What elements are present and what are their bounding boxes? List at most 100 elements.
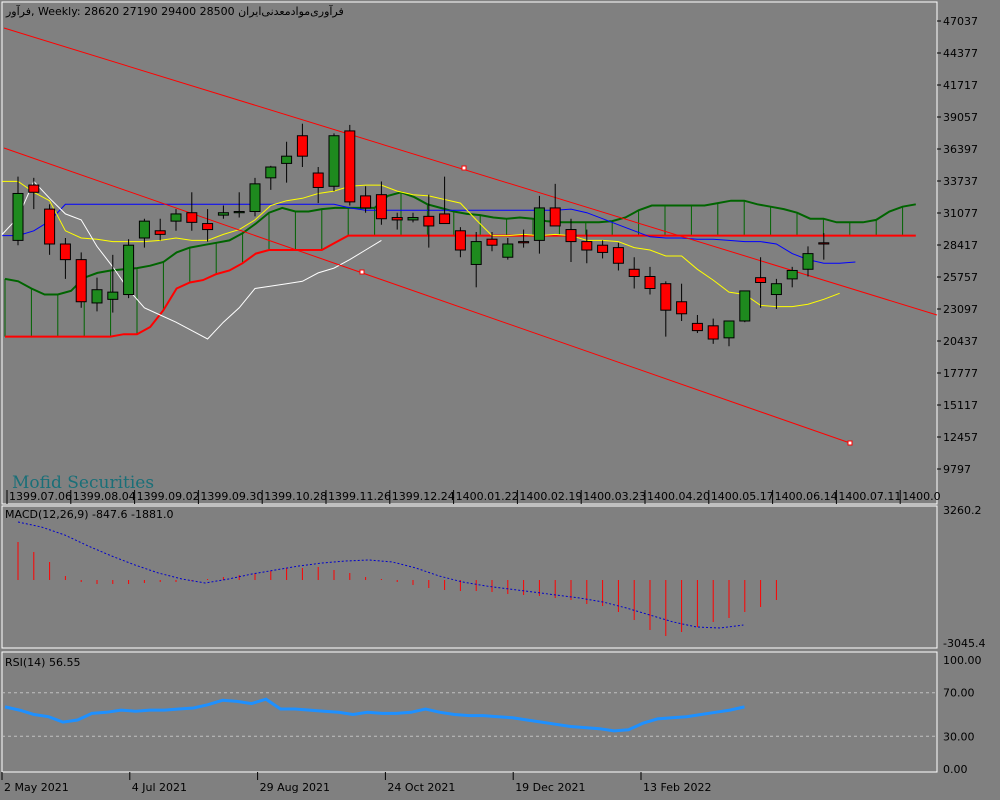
price-axis-label: 17777 — [943, 367, 978, 380]
time-axis-label: 1400.01.22 — [456, 490, 519, 503]
candle-body[interactable] — [391, 217, 403, 221]
bottom-time-label: 13 Feb 2022 — [643, 781, 711, 794]
price-axis-label: 25757 — [943, 271, 978, 284]
price-axis-label: 33737 — [943, 175, 978, 188]
channel-anchor-point[interactable] — [359, 269, 365, 275]
time-axis-label: 1399.09.30 — [200, 490, 263, 503]
candle-body[interactable] — [107, 291, 119, 300]
candle-body[interactable] — [723, 320, 735, 339]
bottom-time-label: 19 Dec 2021 — [515, 781, 585, 794]
rsi-line — [4, 697, 745, 733]
price-axis-label: 39057 — [943, 111, 978, 124]
candle-body[interactable] — [755, 277, 767, 283]
candle-body[interactable] — [486, 238, 498, 246]
time-axis-label: 1399.12.24 — [392, 490, 455, 503]
time-axis-label: 1400.03.23 — [583, 490, 646, 503]
macd-panel-border — [1, 505, 938, 649]
candle-body[interactable] — [802, 253, 814, 270]
watermark: Mofid Securities — [12, 473, 154, 493]
candle-body[interactable] — [296, 135, 308, 157]
rsi-axis-label: 30.00 — [943, 730, 975, 743]
candle-body[interactable] — [676, 301, 688, 315]
rsi-label: RSI(14) 56.55 — [5, 656, 80, 669]
candle-body[interactable] — [360, 195, 372, 209]
candle-body[interactable] — [581, 241, 593, 251]
price-axis-label: 23097 — [943, 303, 978, 316]
candle-body[interactable] — [818, 242, 830, 245]
time-axis-label: 1400.05.17 — [711, 490, 774, 503]
candle-body[interactable] — [91, 289, 103, 304]
candle-body[interactable] — [123, 244, 135, 296]
candle-body[interactable] — [423, 215, 435, 227]
price-axis-label: 12457 — [943, 431, 978, 444]
candle-body[interactable] — [502, 243, 514, 258]
time-axis-label: 1400.0 — [902, 490, 941, 503]
candle-body[interactable] — [470, 241, 482, 265]
price-axis-label: 47037 — [943, 15, 978, 28]
candle-body[interactable] — [518, 241, 530, 244]
candle-body[interactable] — [28, 184, 40, 193]
candle-body[interactable] — [770, 283, 782, 296]
candle-body[interactable] — [217, 212, 229, 216]
time-axis-label: 1400.07.11 — [838, 490, 901, 503]
channel-anchor-point[interactable] — [461, 165, 467, 171]
candle-body[interactable] — [597, 244, 609, 253]
candle-body[interactable] — [281, 155, 293, 164]
candle-body[interactable] — [249, 183, 261, 213]
time-axis-label: 1400.04.20 — [647, 490, 710, 503]
candle-body[interactable] — [439, 213, 451, 225]
channel-lower-line[interactable] — [3, 147, 851, 444]
candle-body[interactable] — [265, 166, 277, 179]
candle-body[interactable] — [691, 322, 703, 332]
candle-body[interactable] — [707, 325, 719, 340]
candle-body[interactable] — [202, 223, 214, 231]
chart-window[interactable]: 100.00 70.00 30.00 0.00 47037 44377 41717 3905… — [0, 0, 1000, 800]
rsi-axis-label: 70.00 — [943, 687, 975, 700]
bottom-time-label: 29 Aug 2021 — [260, 781, 330, 794]
time-axis-label: 1400.06.14 — [775, 490, 838, 503]
price-axis-label: 20437 — [943, 335, 978, 348]
candle-body[interactable] — [375, 194, 387, 220]
candle-body[interactable] — [233, 211, 245, 214]
candle-body[interactable] — [786, 269, 798, 280]
candle-body[interactable] — [454, 230, 466, 251]
candle-body[interactable] — [138, 220, 150, 239]
candle-body[interactable] — [533, 207, 545, 241]
price-axis-label: 41717 — [943, 79, 978, 92]
candle-body[interactable] — [170, 213, 182, 222]
candle-body[interactable] — [407, 217, 419, 221]
chart-header: فرآور, Weekly: 28620 27190 29400 28500 ف… — [5, 4, 344, 18]
candle-body[interactable] — [644, 275, 656, 290]
main-panel-border — [1, 1, 938, 505]
candle-body[interactable] — [12, 192, 24, 241]
price-axis-label: 9797 — [943, 463, 971, 476]
timeframe: Weekly — [38, 5, 78, 18]
candle-body[interactable] — [660, 283, 672, 311]
bottom-time-label: 2 May 2021 — [4, 781, 69, 794]
candle-body[interactable] — [739, 290, 751, 322]
candle-body[interactable] — [186, 212, 198, 223]
price-axis-label: 15117 — [943, 399, 978, 412]
macd-label: MACD(12,26,9) -847.6 -1881.0 — [5, 508, 173, 521]
candle-body[interactable] — [312, 172, 324, 188]
candle-body[interactable] — [59, 243, 71, 261]
candle-body[interactable] — [75, 259, 87, 303]
macd-max-label: 3260.2 — [943, 504, 982, 517]
time-axis-label: 1399.11.26 — [328, 490, 391, 503]
time-axis-label: 1400.02.19 — [519, 490, 582, 503]
candle-body[interactable] — [154, 230, 166, 235]
bottom-time-label: 24 Oct 2021 — [387, 781, 455, 794]
candle-body[interactable] — [549, 207, 561, 227]
candle-body[interactable] — [44, 208, 56, 245]
channel-anchor-point[interactable] — [847, 440, 853, 446]
header-sep: , — [31, 5, 38, 18]
candle-body[interactable] — [328, 135, 340, 187]
rsi-axis-label: 100.00 — [943, 654, 982, 667]
candle-body[interactable] — [628, 268, 640, 277]
rsi-axis-label: 0.00 — [943, 763, 968, 776]
chart-canvas[interactable]: 100.00 70.00 30.00 0.00 47037 44377 41717 3905… — [0, 0, 1000, 800]
candle-body[interactable] — [565, 229, 577, 243]
candle-body[interactable] — [612, 247, 624, 264]
price-axis-label: 36397 — [943, 143, 978, 156]
candle-body[interactable] — [344, 130, 356, 203]
